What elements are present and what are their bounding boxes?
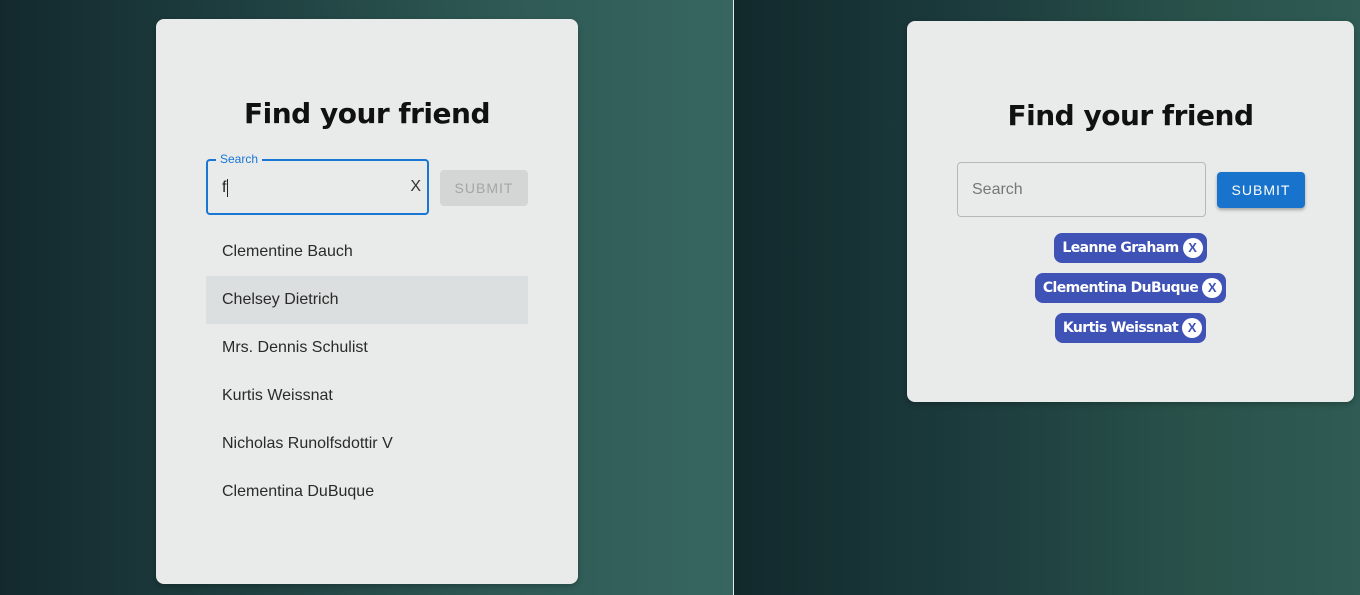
page-title: Find your friend bbox=[244, 97, 490, 130]
chip-label: Kurtis Weissnat bbox=[1062, 320, 1179, 336]
remove-chip-icon[interactable]: X bbox=[1182, 318, 1203, 338]
suggestion-item[interactable]: Clementine Bauch bbox=[206, 228, 528, 276]
search-label: Search bbox=[216, 152, 263, 166]
suggestion-item[interactable]: Clementina DuBuque bbox=[206, 468, 528, 516]
chip-label: Leanne Graham bbox=[1062, 240, 1179, 256]
text-caret bbox=[227, 179, 229, 197]
clear-icon[interactable]: X bbox=[410, 178, 421, 196]
friend-chip: Kurtis Weissnat X bbox=[1054, 313, 1207, 343]
suggestion-list: Clementine Bauch Chelsey Dietrich Mrs. D… bbox=[206, 228, 528, 516]
suggestion-item[interactable]: Kurtis Weissnat bbox=[206, 372, 528, 420]
right-screenshot-panel: Find your friend Search SUBMIT Leanne Gr… bbox=[734, 0, 1360, 595]
suggestion-item[interactable]: Nicholas Runolfsdottir V bbox=[206, 420, 528, 468]
search-input-value: f bbox=[222, 179, 229, 197]
submit-button[interactable]: SUBMIT bbox=[440, 170, 528, 206]
remove-chip-icon[interactable]: X bbox=[1202, 278, 1223, 298]
submit-button[interactable]: SUBMIT bbox=[1217, 172, 1305, 208]
search-card: Find your friend Search f X SUBMIT Cleme… bbox=[156, 19, 578, 584]
friend-chip: Leanne Graham X bbox=[1054, 233, 1207, 263]
search-input[interactable]: Search bbox=[957, 162, 1206, 217]
friend-chip: Clementina DuBuque X bbox=[1034, 273, 1227, 303]
search-card: Find your friend Search SUBMIT Leanne Gr… bbox=[907, 21, 1354, 402]
suggestion-item[interactable]: Mrs. Dennis Schulist bbox=[206, 324, 528, 372]
search-input[interactable]: Search f X bbox=[206, 152, 429, 215]
search-placeholder: Search bbox=[972, 181, 1023, 198]
page-title: Find your friend bbox=[1007, 99, 1254, 132]
left-screenshot-panel: Find your friend Search f X SUBMIT Cleme… bbox=[0, 0, 734, 595]
selected-friends: Leanne Graham X Clementina DuBuque X Kur… bbox=[907, 233, 1354, 353]
suggestion-item[interactable]: Chelsey Dietrich bbox=[206, 276, 528, 324]
chip-label: Clementina DuBuque bbox=[1042, 280, 1199, 296]
remove-chip-icon[interactable]: X bbox=[1182, 238, 1203, 258]
